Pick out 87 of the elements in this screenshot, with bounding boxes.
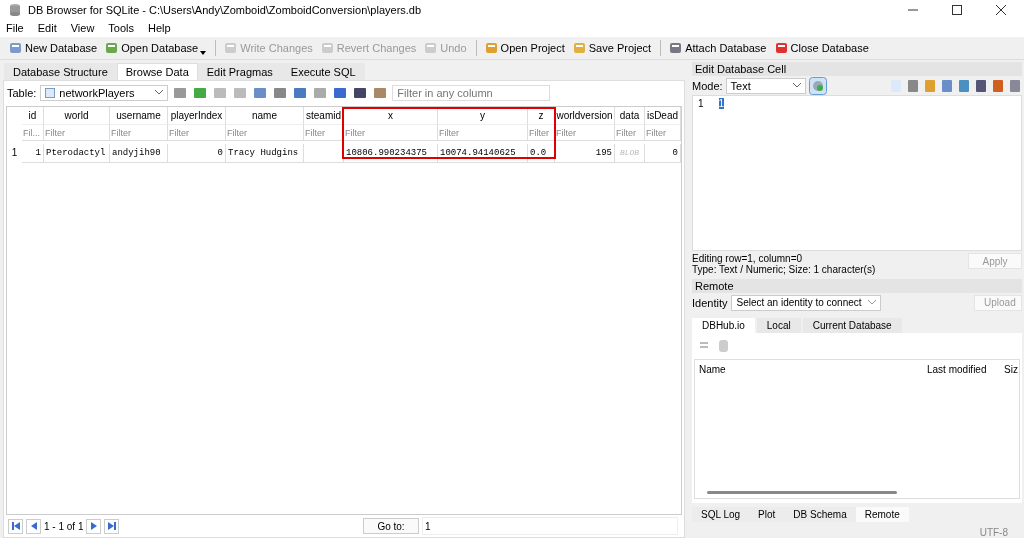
toolbar-button[interactable]: Open Database <box>102 40 210 56</box>
tab[interactable]: Remote <box>855 507 909 522</box>
caret-icon <box>200 51 207 55</box>
cell-info-text: Editing row=1, column=0 <box>692 253 803 265</box>
table-cell: 10806.990234375 <box>344 144 438 163</box>
identity-select[interactable]: Select an identity to connect <box>731 294 882 311</box>
go-to-button[interactable]: Go to: <box>363 518 419 534</box>
maximize-icon[interactable] <box>952 4 962 15</box>
toolbar-icon <box>572 41 587 55</box>
toolbar-icon <box>224 41 239 55</box>
tab[interactable]: Plot <box>749 507 785 522</box>
database-icon <box>8 2 22 17</box>
column-header[interactable]: Last modified <box>927 364 1004 376</box>
filter-field[interactable]: Filter in any column <box>392 84 551 101</box>
table-select[interactable]: networkPlayers <box>40 84 169 101</box>
editor-tool-icon[interactable] <box>906 78 920 93</box>
table-cell: Pterodactyl <box>44 144 110 163</box>
previous-page-button[interactable] <box>26 518 41 534</box>
editor-tool-icon[interactable] <box>957 78 971 93</box>
cell-info-text: Type: Text / Numeric; Size: 1 character(s) <box>692 264 877 276</box>
page-range: 1 - 1 of 1 <box>44 520 84 532</box>
last-page-button[interactable] <box>104 518 120 534</box>
next-icon <box>88 521 99 531</box>
table-icon <box>45 87 56 98</box>
mode-label: Mode: <box>692 79 723 92</box>
table-cell: 0 <box>168 144 226 163</box>
editor-tool-icon[interactable] <box>1008 78 1022 93</box>
menu-item[interactable]: File <box>6 22 24 34</box>
scrollbar[interactable] <box>707 491 897 494</box>
tab[interactable]: Database Structure <box>4 63 117 80</box>
table-cell: BLOB <box>615 144 645 163</box>
panel-title: Edit Database Cell <box>692 62 1022 76</box>
row-number[interactable]: 1 <box>7 144 22 163</box>
toolbar-button[interactable]: Open Project <box>475 40 568 56</box>
table-label: Table: <box>7 86 37 99</box>
tab[interactable]: SQL Log <box>692 507 750 522</box>
identity-label: Identity <box>692 296 728 309</box>
menu-item[interactable]: Edit <box>37 22 57 34</box>
toolbar-icon <box>424 41 439 55</box>
next-page-button[interactable] <box>86 518 102 534</box>
column-header[interactable]: Name <box>699 364 927 376</box>
tab[interactable]: Current Database <box>802 318 902 334</box>
toolbar-icon <box>774 41 789 55</box>
toolbar-icon <box>105 41 120 55</box>
tab[interactable]: Browse Data <box>116 63 198 80</box>
go-to-field[interactable]: 1 <box>422 517 678 535</box>
table-cell: 0.0 <box>528 144 555 163</box>
chevron-down-icon <box>792 83 801 88</box>
toolbar-icon <box>669 41 684 55</box>
menu-item[interactable]: View <box>70 22 95 34</box>
line-number: 1 <box>698 98 704 110</box>
editor-tool-icon[interactable] <box>940 78 954 93</box>
tab[interactable]: Local <box>756 318 801 334</box>
toolbar-icon <box>484 41 499 55</box>
menu-item[interactable]: Help <box>148 22 171 34</box>
table-cell: 195 <box>555 144 615 163</box>
last-page-icon <box>106 521 117 531</box>
toolbar-button[interactable]: Attach Database <box>660 40 770 56</box>
encoding-label: UTF-8 <box>979 527 1008 538</box>
window-title: DB Browser for SQLite - C:\Users\Andy\Zomboid\ZomboidConversion\players.db <box>28 3 422 16</box>
editor-tool-icon[interactable] <box>974 78 988 93</box>
column-header[interactable]: Siz <box>1004 364 1018 376</box>
table-cell: 0 <box>645 144 681 163</box>
mode-select[interactable]: Text <box>725 77 806 94</box>
panel-title: Remote <box>692 279 1022 294</box>
table-cell: Tracy Hudgins <box>226 144 304 163</box>
editor-text: 1 <box>718 98 725 110</box>
toolbar-icon <box>320 41 335 55</box>
editor-tool-icon[interactable] <box>991 78 1005 93</box>
chevron-down-icon <box>868 300 877 306</box>
menu-item[interactable]: Tools <box>108 22 135 34</box>
tab[interactable]: DBHub.io <box>692 318 755 334</box>
table-cell: andyjih90 <box>110 144 168 163</box>
first-page-button[interactable] <box>8 518 23 534</box>
table-cell: 10074.94140625 <box>438 144 528 163</box>
table-cell: 1 <box>22 144 44 163</box>
toolbar-icon <box>9 41 23 55</box>
toolbar-button[interactable]: Close Database <box>771 40 872 56</box>
tab[interactable]: Edit Pragmas <box>197 63 282 80</box>
chevron-down-icon <box>155 90 164 95</box>
toolbar-button[interactable]: Save Project <box>569 40 655 56</box>
first-page-icon <box>10 521 21 531</box>
toolbar-button[interactable]: New Database <box>6 40 101 56</box>
database-icon[interactable] <box>718 339 730 354</box>
tab[interactable]: Execute SQL <box>281 63 365 80</box>
close-icon[interactable] <box>996 4 1006 15</box>
tab[interactable]: DB Schema <box>784 507 856 522</box>
